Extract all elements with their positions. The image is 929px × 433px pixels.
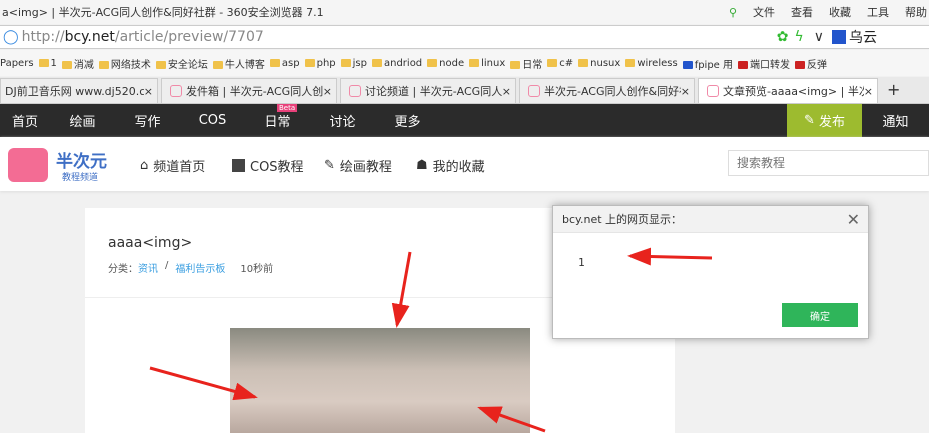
- book-icon: [232, 159, 245, 172]
- close-icon[interactable]: ×: [144, 85, 153, 98]
- bookmark[interactable]: 端口转发: [738, 56, 790, 71]
- nav-painting[interactable]: 绘画: [50, 111, 115, 130]
- menu-favorites[interactable]: 收藏: [829, 4, 851, 20]
- bookmark[interactable]: 日常: [510, 56, 542, 71]
- article-image: [230, 328, 530, 433]
- tab-strip: DJ前卫音乐网 www.dj520.com× 发件箱 | 半次元-ACG同人创作…: [0, 77, 929, 104]
- tab-active[interactable]: 文章预览-aaaa<img> | 半次元×: [698, 78, 878, 103]
- favicon-icon: [170, 85, 182, 97]
- dialog-title: bcy.net 上的网页显示：: [553, 206, 868, 233]
- address-bar[interactable]: ◯ http:// bcy.net /article/preview/7707 …: [0, 25, 929, 49]
- ok-button[interactable]: 确定: [782, 303, 858, 327]
- favicon-icon: [349, 85, 361, 97]
- bookmark[interactable]: andriod: [371, 58, 422, 69]
- nav-daily[interactable]: 日常 Beta: [245, 104, 310, 130]
- nav-writing[interactable]: 写作: [115, 111, 180, 130]
- menu-help[interactable]: 帮助: [905, 4, 927, 20]
- dialog-message: 1: [578, 256, 585, 269]
- search-engine-icon: [832, 30, 846, 44]
- favicon-icon: [707, 85, 719, 97]
- logo-subtitle: 教程频道: [62, 173, 99, 183]
- menu-file[interactable]: 文件: [753, 4, 775, 20]
- search-input[interactable]: [728, 150, 929, 176]
- close-icon[interactable]: ×: [323, 85, 332, 98]
- bookmark[interactable]: php: [304, 58, 336, 69]
- bookmark[interactable]: wireless: [625, 58, 678, 69]
- globe-icon: ◯: [3, 29, 19, 45]
- title-bar: a<img> | 半次元-ACG同人创作&同好社群 - 360安全浏览器 7.1…: [0, 0, 929, 24]
- pencil-icon: ✎: [324, 158, 335, 173]
- bookmark[interactable]: 牛人博客: [212, 56, 265, 71]
- menu-view[interactable]: 查看: [791, 4, 813, 20]
- tab[interactable]: 讨论频道 | 半次元-ACG同人创作×: [340, 78, 516, 103]
- nav-home[interactable]: 首页: [0, 111, 50, 130]
- new-tab-button[interactable]: +: [881, 80, 906, 103]
- home-icon: ⌂: [140, 158, 149, 173]
- chevron-down-icon[interactable]: ∨: [814, 29, 824, 45]
- bookmark[interactable]: Papers: [0, 58, 34, 69]
- article-title: aaaa<img>: [108, 235, 193, 251]
- bookmark[interactable]: 网络技术: [98, 56, 151, 71]
- nav-discuss[interactable]: 讨论: [310, 111, 375, 130]
- logo-icon[interactable]: [8, 148, 48, 182]
- url-path: /article/preview/7707: [114, 29, 264, 45]
- edit-icon: ✎: [804, 113, 815, 128]
- alert-dialog: bcy.net 上的网页显示： ✕ 1 确定: [552, 205, 869, 339]
- bookmark[interactable]: 反弹: [795, 56, 827, 71]
- bookmark[interactable]: 1: [38, 58, 57, 69]
- reload-icon[interactable]: ✿: [777, 29, 789, 45]
- tab[interactable]: 半次元-ACG同人创作&同好社群×: [519, 78, 695, 103]
- notify-button[interactable]: 通知: [862, 104, 929, 137]
- favicon-icon: [528, 85, 540, 97]
- bookmark[interactable]: 消减: [61, 56, 94, 71]
- beta-badge: Beta: [277, 104, 298, 112]
- bookmark[interactable]: fpipe 用: [682, 56, 733, 71]
- close-icon[interactable]: ×: [681, 85, 690, 98]
- bookmark[interactable]: jsp: [340, 58, 367, 69]
- bookmark[interactable]: asp: [269, 58, 300, 69]
- logo-title[interactable]: 半次元: [56, 147, 107, 172]
- subcategory-link[interactable]: 福利告示板: [175, 260, 225, 275]
- separator: /: [165, 260, 169, 271]
- close-icon[interactable]: ×: [502, 85, 511, 98]
- nav-cos[interactable]: COS: [180, 113, 245, 128]
- menu-tools[interactable]: 工具: [867, 4, 889, 20]
- tab[interactable]: 发件箱 | 半次元-ACG同人创作&×: [161, 78, 337, 103]
- tab[interactable]: DJ前卫音乐网 www.dj520.com×: [0, 78, 158, 103]
- user-icon[interactable]: ⚲: [729, 6, 737, 19]
- publish-button[interactable]: ✎ 发布: [787, 104, 862, 137]
- bookmark[interactable]: linux: [469, 58, 505, 69]
- cos-tutorial-link[interactable]: COS教程: [232, 156, 304, 175]
- bookmark[interactable]: c#: [547, 58, 573, 69]
- bookmark[interactable]: 安全论坛: [155, 56, 208, 71]
- url-host: bcy.net: [64, 29, 115, 45]
- nav-more[interactable]: 更多: [375, 111, 440, 130]
- channel-home-link[interactable]: ⌂ 频道首页: [140, 156, 205, 175]
- bookmark[interactable]: node: [427, 58, 464, 69]
- bookmark[interactable]: nusux: [578, 58, 620, 69]
- painting-tutorial-link[interactable]: ✎ 绘画教程: [324, 156, 392, 175]
- bag-icon: ☗: [416, 158, 428, 173]
- favorites-link[interactable]: ☗ 我的收藏: [416, 156, 485, 175]
- url-scheme: http://: [21, 29, 65, 45]
- category-label: 分类：: [108, 264, 138, 275]
- article-meta: 分类： 资讯 / 福利告示板 10秒前: [108, 260, 273, 275]
- search-box[interactable]: 乌云: [849, 27, 929, 47]
- menu-bar: ⚲ 文件 查看 收藏 工具 帮助: [729, 0, 929, 24]
- category-link[interactable]: 资讯: [138, 260, 158, 275]
- window-title: a<img> | 半次元-ACG同人创作&同好社群 - 360安全浏览器 7.1: [2, 6, 324, 19]
- lightning-icon[interactable]: ϟ: [795, 29, 804, 45]
- post-time: 10秒前: [240, 264, 274, 275]
- close-icon[interactable]: ✕: [847, 210, 860, 229]
- close-icon[interactable]: ×: [864, 85, 873, 98]
- bookmarks-bar: Papers 1 消减 网络技术 安全论坛 牛人博客 asp php jsp a…: [0, 50, 929, 76]
